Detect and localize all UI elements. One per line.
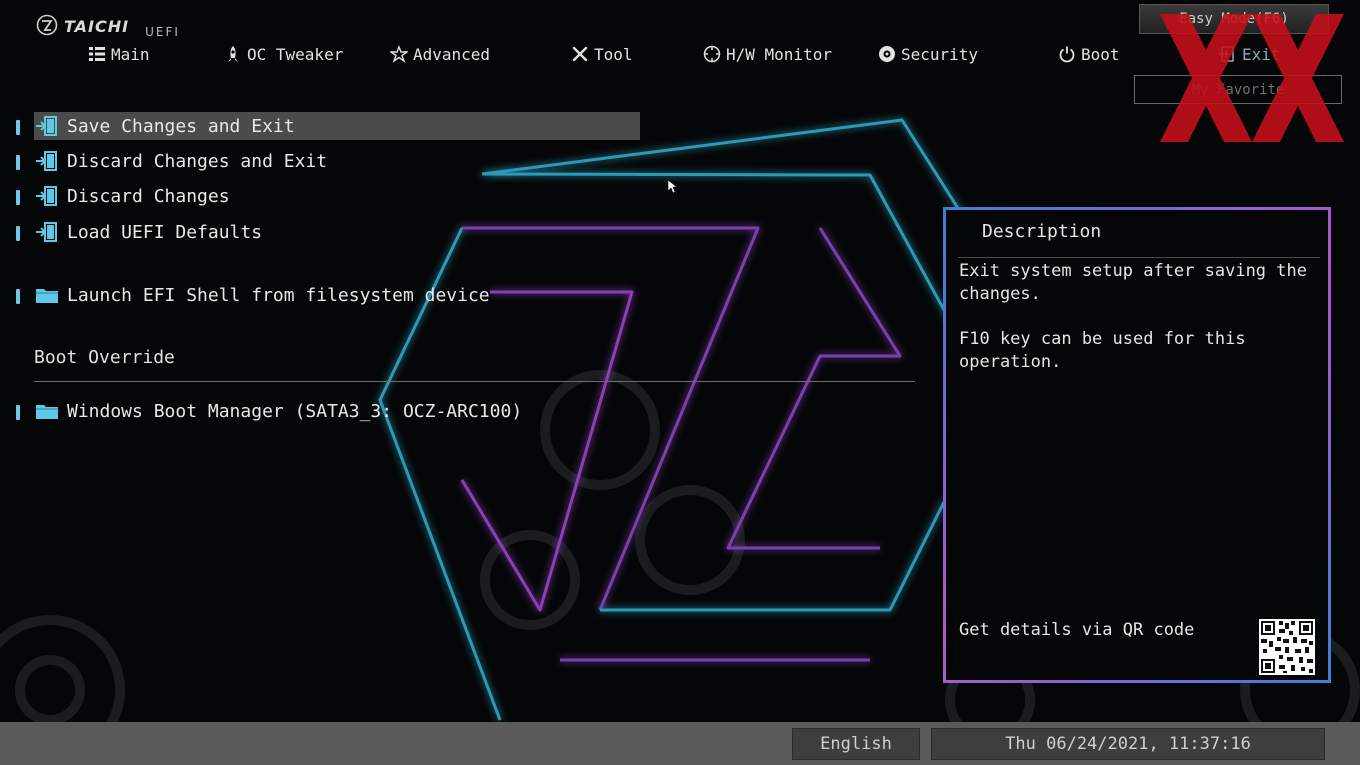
description-text: F10 key can be used for this operation.: [959, 329, 1246, 372]
crosshair-icon: [703, 45, 721, 63]
tab-boot[interactable]: Boot: [1058, 40, 1120, 68]
item-label: Load UEFI Defaults: [67, 221, 263, 243]
exit-door-icon: [36, 222, 57, 242]
load-uefi-defaults-item[interactable]: Load UEFI Defaults: [34, 218, 262, 246]
item-label: Launch EFI Shell from filesystem device: [67, 284, 490, 306]
tab-oc-tweaker-label: OC Tweaker: [247, 44, 344, 64]
item-marker: [16, 190, 20, 205]
item-label: Save Changes and Exit: [67, 115, 295, 137]
power-icon: [1059, 46, 1075, 63]
tab-security[interactable]: Security: [878, 40, 978, 68]
description-divider: [958, 257, 1320, 258]
star-icon: [390, 45, 408, 63]
tab-advanced-label: Advanced: [413, 44, 491, 64]
folder-icon: [36, 405, 58, 419]
tab-hw-monitor-label: H/W Monitor: [726, 44, 832, 64]
language-button[interactable]: English: [792, 728, 920, 760]
list-icon: [89, 47, 105, 61]
tab-tool[interactable]: Tool: [571, 40, 633, 68]
tab-security-label: Security: [901, 44, 979, 64]
tab-main[interactable]: Main: [88, 40, 150, 68]
taichi-logo-icon: [36, 14, 58, 36]
tab-advanced[interactable]: Advanced: [390, 40, 490, 68]
exit-door-icon: [36, 151, 57, 171]
item-label: Discard Changes and Exit: [67, 150, 328, 172]
save-changes-and-exit-item[interactable]: Save Changes and Exit: [34, 112, 640, 140]
item-label: Windows Boot Manager (SATA3_3: OCZ-ARC10…: [67, 400, 523, 422]
easy-mode-button[interactable]: Easy Mode(F6): [1139, 4, 1329, 34]
tab-main-label: Main: [111, 44, 150, 64]
tab-oc-tweaker[interactable]: OC Tweaker: [224, 40, 343, 68]
item-marker: [16, 120, 20, 135]
exit-door-icon: [36, 186, 57, 206]
windows-boot-manager-item[interactable]: Windows Boot Manager (SATA3_3: OCZ-ARC10…: [34, 397, 522, 425]
exit-icon: [1219, 46, 1234, 62]
tab-exit[interactable]: Exit: [1218, 40, 1281, 68]
discard-changes-and-exit-item[interactable]: Discard Changes and Exit: [34, 147, 327, 175]
brand-name: TAICHI: [64, 17, 130, 36]
tools-icon: [572, 46, 588, 62]
folder-icon: [36, 289, 58, 303]
launch-efi-shell-item[interactable]: Launch EFI Shell from filesystem device: [34, 281, 490, 309]
discard-changes-item[interactable]: Discard Changes: [34, 182, 230, 210]
description-panel: Description Exit system setup after savi…: [943, 207, 1331, 683]
exit-door-icon: [36, 116, 57, 136]
item-marker: [16, 405, 20, 420]
date-time-display: Thu 06/24/2021, 11:37:16: [931, 728, 1325, 760]
qr-code-caption: Get details via QR code: [959, 620, 1195, 640]
item-marker: [16, 155, 20, 170]
qr-code-icon[interactable]: [1259, 619, 1315, 675]
main-navigation: Main OC Tweaker Advanced Tool H/W Monito…: [0, 40, 1130, 68]
tab-exit-label: Exit: [1242, 44, 1281, 64]
status-bar: English Thu 06/24/2021, 11:37:16: [0, 722, 1360, 765]
item-label: Discard Changes: [67, 185, 230, 207]
my-favorite-button[interactable]: My Favorite: [1134, 75, 1342, 104]
item-marker: [16, 226, 20, 241]
tab-boot-label: Boot: [1081, 44, 1120, 64]
section-divider: [34, 381, 915, 382]
boot-override-heading: Boot Override: [34, 346, 175, 368]
brand-product: UEFI: [145, 25, 180, 39]
mouse-cursor-icon: [668, 180, 678, 194]
rocket-icon: [228, 46, 238, 62]
tab-tool-label: Tool: [594, 44, 633, 64]
tab-hw-monitor[interactable]: H/W Monitor: [703, 40, 832, 68]
description-title: Description: [982, 221, 1102, 242]
taichi-logo: TAICHI UEFI: [36, 8, 180, 39]
description-text: Exit system setup after saving the chang…: [959, 261, 1307, 304]
item-marker: [16, 289, 20, 304]
shield-icon: [879, 46, 895, 62]
